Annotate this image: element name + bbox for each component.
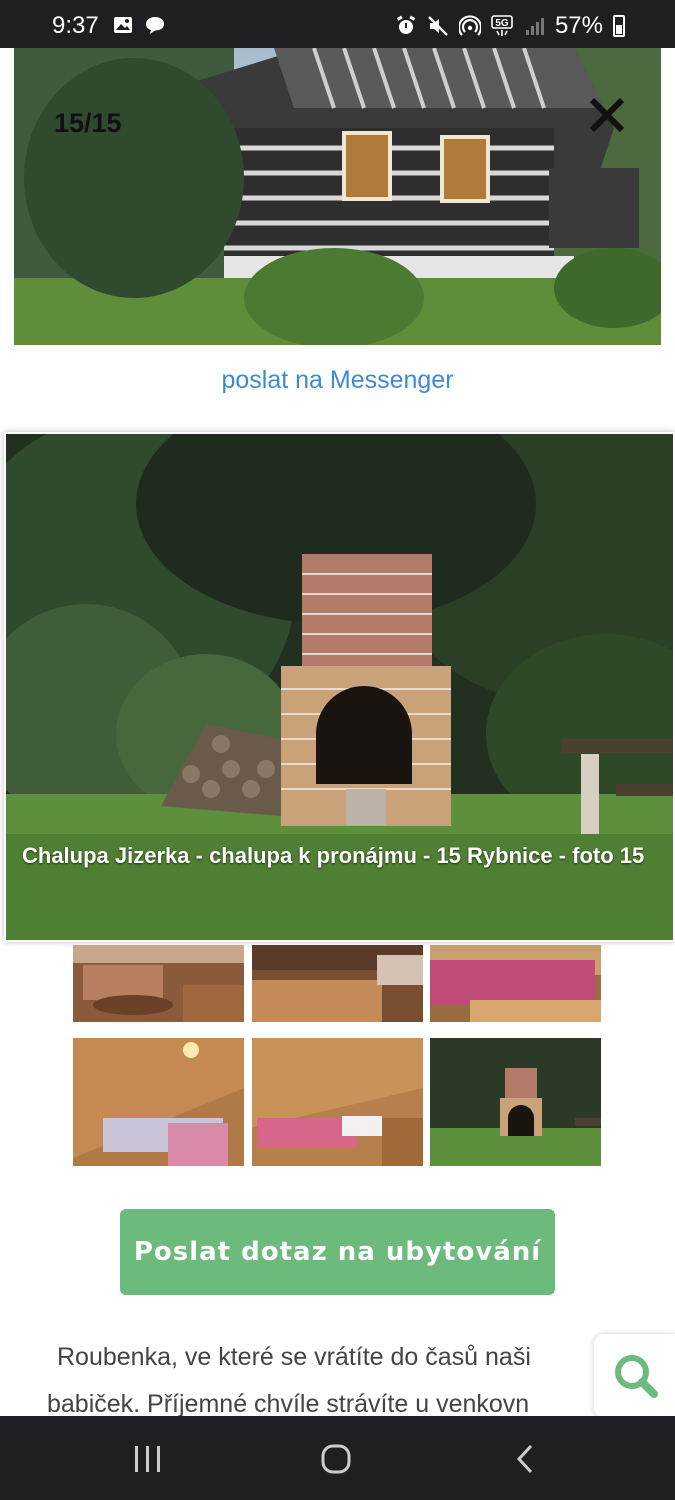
battery-icon [613,15,625,37]
home-button[interactable] [319,1442,353,1476]
mute-icon [428,16,448,36]
image-counter: 15/15 [54,108,122,138]
share-messenger-link[interactable]: poslat na Messenger [0,366,675,395]
alarm-icon [396,15,416,34]
system-navigation-bar [0,1416,675,1500]
battery-percent: 57% [554,12,603,39]
svg-text:5G: 5G [495,18,509,29]
signal-icon [525,18,544,35]
recent-apps-button[interactable] [131,1442,165,1476]
thumbnail-attic-bedroom-2[interactable] [252,1038,423,1166]
close-gallery-button[interactable] [586,94,628,136]
close-icon [589,97,625,133]
thumbnail-kitchen[interactable] [252,945,423,1022]
chat-bubble-icon [146,17,164,34]
thumbnail-outdoor-fireplace[interactable] [430,1038,601,1166]
send-inquiry-button[interactable]: Poslat dotaz na ubytování [120,1209,555,1295]
recent-apps-icon [135,1446,160,1472]
gallery-icon [114,17,132,33]
back-button[interactable] [509,1442,543,1476]
search-icon [615,1355,658,1398]
network-5g-icon: 5G [491,15,513,36]
search-button[interactable] [594,1334,675,1418]
cottage-exterior-photo [14,48,661,345]
status-bar: 9:37 5G 57% [0,0,675,48]
thumbnail-bedroom-pink[interactable] [430,945,601,1022]
description-line-1: Roubenka, ve které se vrátíte do časů na… [57,1343,531,1371]
photo-caption: Chalupa Jizerka - chalupa k pronájmu - 1… [22,843,645,868]
home-icon [321,1444,351,1474]
hotspot-icon [458,15,481,36]
thumbnail-attic-bedroom[interactable] [73,1038,244,1166]
status-time: 9:37 [52,12,99,39]
back-icon [516,1444,533,1474]
thumbnail-living-room[interactable] [73,945,244,1022]
